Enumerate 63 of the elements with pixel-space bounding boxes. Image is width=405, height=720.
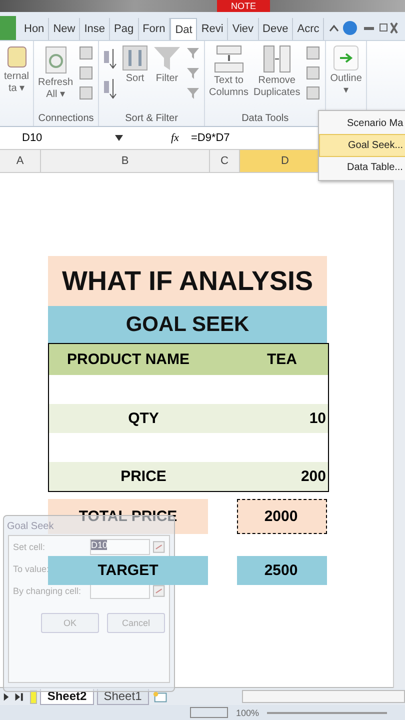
table-cell: 2500 (237, 556, 327, 585)
formula-field[interactable]: =D9*D7 (190, 132, 230, 144)
ribbon-button[interactable]: Sort (121, 43, 150, 87)
sort-icon (122, 45, 148, 71)
tab-marker-icon (30, 690, 38, 704)
ribbon-tab[interactable]: Pag (110, 18, 139, 40)
field-label: Set cell: (13, 542, 46, 552)
collapse-icon[interactable] (153, 541, 165, 553)
ribbon-tab[interactable]: Revi (197, 18, 228, 40)
column-header[interactable]: B (41, 150, 210, 172)
zoom-level: 100% (236, 708, 260, 718)
ribbon-tab[interactable]: Viev (228, 18, 259, 40)
remove-duplicates-icon (262, 45, 292, 73)
ribbon-tab[interactable]: Deve (258, 18, 294, 40)
horizontal-scrollbar[interactable] (242, 690, 405, 703)
table-cell-text: QTY (127, 409, 160, 429)
field-label: By changing cell: (13, 586, 82, 596)
filter-icon (153, 45, 182, 71)
group-label: Data Tools (240, 113, 290, 126)
note-badge: NOTE (216, 0, 270, 12)
input-field[interactable] (90, 583, 150, 599)
collapse-icon[interactable] (153, 585, 165, 597)
table-cell-text: PRODUCT NAME (66, 350, 190, 370)
field-label: To value: (13, 564, 50, 574)
ribbon-tab[interactable]: Inse (80, 18, 110, 40)
table-cell: 2000 (237, 499, 327, 534)
ribbon-tab[interactable]: Dat (170, 18, 198, 40)
table-cell-text: TEA (266, 350, 298, 370)
ribbon-tab[interactable]: Hon (20, 18, 50, 40)
ribbon-tab[interactable]: New (49, 18, 80, 40)
ribbon-button[interactable]: Text to Columns (208, 43, 250, 101)
column-header[interactable]: A (0, 150, 41, 172)
ribbon-tab[interactable]: Acrc (293, 18, 324, 40)
text-to-columns-icon (214, 45, 244, 73)
ribbon-button[interactable]: Filter (152, 43, 182, 87)
group-label: Connections (37, 113, 95, 126)
filter-options-icon (186, 45, 200, 101)
insert-function-button[interactable]: fx (171, 132, 179, 144)
sheet-tab[interactable]: Sheet2 (40, 688, 94, 704)
vertical-scrollbar[interactable] (393, 180, 405, 688)
table-cell-text: 10 (308, 409, 327, 429)
dropdown-icon[interactable] (115, 135, 123, 141)
database-icon (6, 45, 28, 69)
ribbon-button[interactable]: Remove Duplicates (252, 43, 302, 101)
title-cell: WHAT IF ANALYSIS (48, 256, 327, 306)
name-box[interactable]: D10 (0, 132, 107, 144)
table-cell: TARGET (48, 556, 208, 585)
small-tools-icon (305, 45, 322, 101)
group-label: Sort & Filter (124, 113, 179, 126)
sheet-tab[interactable]: Sheet1 (96, 688, 149, 704)
view-buttons-icon[interactable] (190, 707, 228, 718)
ribbon-button[interactable]: ternal ta ▾ (3, 43, 30, 97)
menu-item[interactable]: Scenario Ma (319, 113, 405, 134)
small-tools-icon (78, 45, 94, 101)
ribbon-button[interactable]: Outline ▾ (329, 43, 363, 99)
table-cell-text: PRICE (120, 467, 168, 487)
menu-item[interactable]: Goal Seek... (319, 134, 405, 157)
window-controls-icon[interactable] (328, 20, 398, 36)
dialog-title: Goal Seek (6, 520, 55, 534)
ribbon-button[interactable]: Refresh All ▾ (37, 43, 74, 103)
title-cell: GOAL SEEK (48, 306, 327, 343)
new-sheet-icon[interactable] (152, 690, 169, 702)
table-cell-text: 200 (300, 467, 327, 487)
